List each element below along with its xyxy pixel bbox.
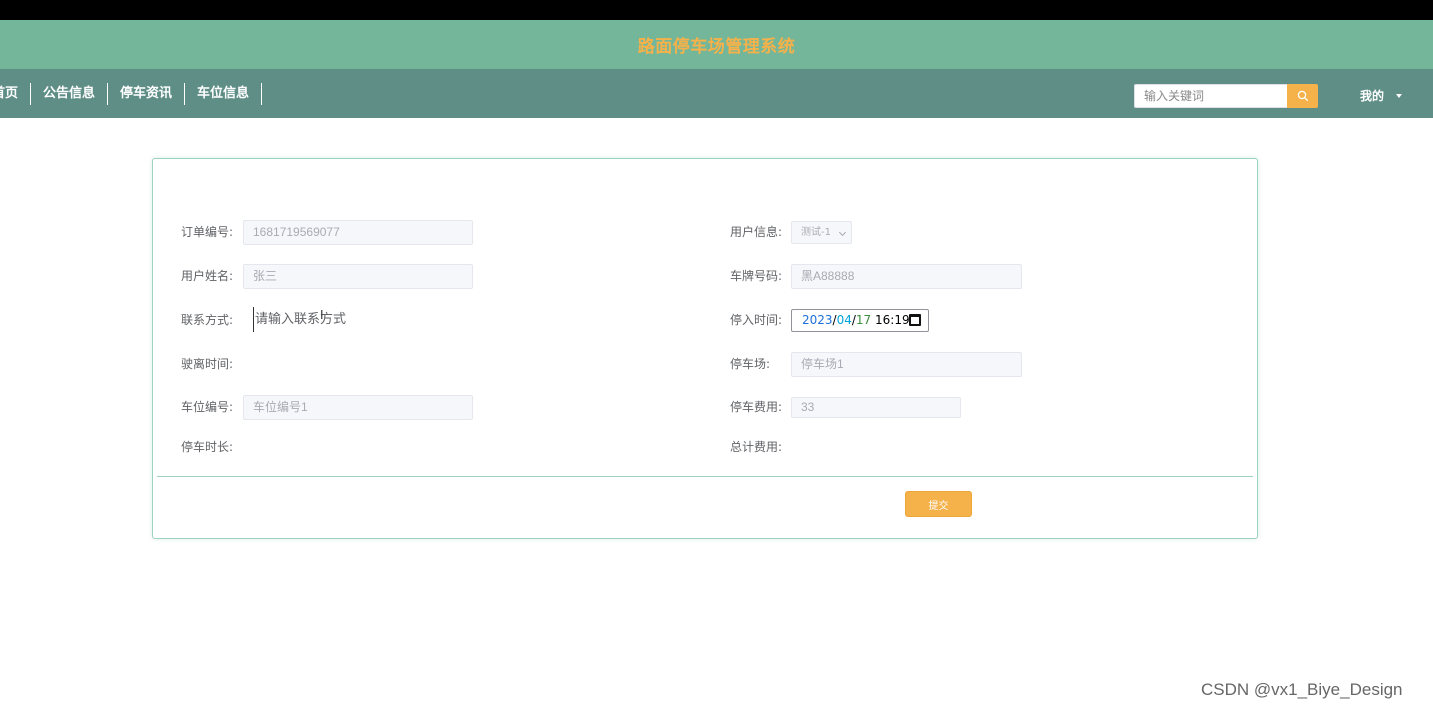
user-info-selected: 测试-1 (801, 227, 831, 238)
entry-clock: 16:19 (875, 313, 910, 327)
order-no-label: 订单编号: (181, 225, 234, 239)
total-fee-label: 总计费用: (730, 440, 783, 454)
user-name-label: 用户姓名: (181, 269, 234, 283)
text-cursor-icon: Ι (320, 308, 324, 322)
user-menu-label: 我的 (1360, 89, 1385, 103)
user-info-label: 用户信息: (730, 225, 783, 239)
nav-item-parking-news[interactable]: 停车资讯 (108, 82, 186, 105)
site-header: 路面停车场管理系统 (0, 20, 1433, 69)
phone-label: 联系方式: (181, 313, 234, 327)
entry-time-picker[interactable]: 2023/04/17 16:19 (791, 309, 929, 332)
user-name-field[interactable]: 张三 (243, 264, 473, 289)
site-title: 路面停车场管理系统 (637, 37, 796, 57)
order-no-field[interactable]: 1681719569077 (243, 220, 473, 245)
nav-item-home[interactable]: 首页 (0, 82, 32, 105)
phone-input[interactable]: 请输入联系方式 (253, 307, 346, 332)
order-form: 订单编号: 1681719569077 用户信息: 测试-1 用户姓名: 张三 … (152, 158, 1258, 539)
search-box (1134, 84, 1318, 108)
search-icon (1297, 90, 1308, 102)
user-info-select[interactable]: 测试-1 (791, 221, 852, 244)
duration-label: 停车时长: (181, 440, 234, 454)
calendar-icon[interactable] (909, 314, 921, 326)
leave-time-label: 驶离时间: (181, 357, 234, 371)
caret-down-icon (1396, 93, 1403, 98)
entry-month: 04 (836, 313, 852, 327)
plate-no-label: 车牌号码: (730, 269, 783, 283)
parking-lot-field[interactable]: 停车场1 (791, 352, 1022, 377)
user-menu-dropdown[interactable]: 我的 (1360, 87, 1403, 104)
csdn-watermark: CSDN @vx1_Biye_Design (1201, 680, 1403, 699)
nav-item-parking-spaces[interactable]: 车位信息 (185, 82, 263, 105)
entry-time-label: 停入时间: (730, 313, 783, 327)
nav-item-announcements[interactable]: 公告信息 (31, 82, 109, 105)
space-no-label: 车位编号: (181, 400, 234, 414)
plate-no-field[interactable]: 黑A88888 (791, 264, 1022, 289)
chevron-down-icon (838, 228, 847, 237)
parking-fee-label: 停车费用: (730, 400, 783, 414)
parking-fee-field[interactable]: 33 (791, 397, 961, 418)
entry-year: 2023 (802, 313, 833, 327)
window-top-strip (0, 0, 1433, 20)
parking-lot-label: 停车场: (730, 357, 771, 371)
nav-bar: 首页 公告信息 停车资讯 车位信息 我的 (0, 69, 1433, 118)
search-input[interactable] (1134, 84, 1287, 108)
search-button[interactable] (1287, 84, 1318, 108)
form-divider (157, 476, 1253, 477)
space-no-field[interactable]: 车位编号1 (243, 395, 473, 420)
submit-button[interactable]: 提交 (905, 491, 972, 517)
entry-day: 17 (855, 313, 872, 327)
nav-menu: 首页 公告信息 停车资讯 车位信息 (0, 69, 263, 118)
